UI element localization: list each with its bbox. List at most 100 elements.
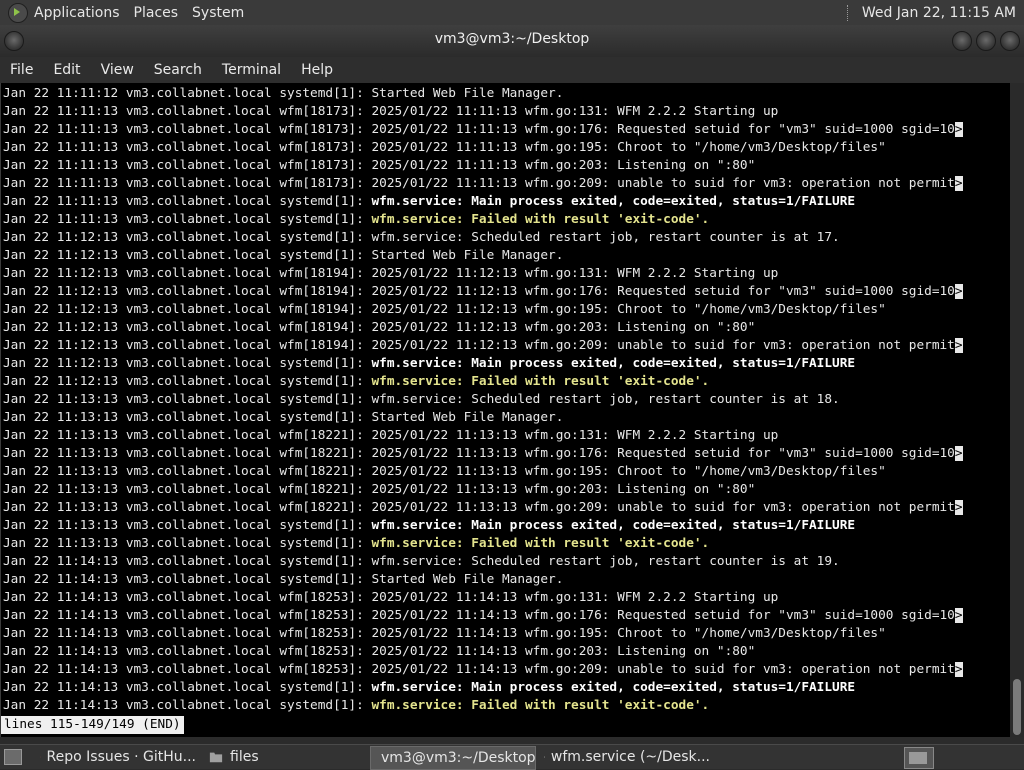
menu-help[interactable]: Help bbox=[291, 62, 343, 78]
workspace-1[interactable] bbox=[909, 752, 927, 764]
log-prefix: Jan 22 11:11:13 vm3.collabnet.local wfm[… bbox=[3, 122, 371, 137]
log-line: Jan 22 11:12:13 vm3.collabnet.local syst… bbox=[3, 247, 963, 265]
show-desktop-icon[interactable] bbox=[4, 749, 22, 765]
truncation-marker: > bbox=[955, 500, 963, 515]
task-label: files bbox=[230, 749, 259, 765]
log-prefix: Jan 22 11:11:12 vm3.collabnet.local syst… bbox=[3, 86, 371, 101]
log-line: Jan 22 11:13:13 vm3.collabnet.local syst… bbox=[3, 517, 963, 535]
log-line: Jan 22 11:14:13 vm3.collabnet.local syst… bbox=[3, 679, 963, 697]
log-line: Jan 22 11:11:13 vm3.collabnet.local wfm[… bbox=[3, 157, 963, 175]
menu-search[interactable]: Search bbox=[144, 62, 212, 78]
os-logo-icon[interactable] bbox=[8, 3, 28, 23]
panel-grip bbox=[847, 5, 850, 21]
terminal-menubar: File Edit View Search Terminal Help bbox=[0, 57, 1024, 83]
window-titlebar[interactable]: vm3@vm3:~/Desktop bbox=[0, 25, 1024, 57]
log-line: Jan 22 11:14:13 vm3.collabnet.local wfm[… bbox=[3, 607, 963, 625]
log-prefix: Jan 22 11:12:13 vm3.collabnet.local syst… bbox=[3, 248, 371, 263]
firefox-icon bbox=[40, 750, 41, 764]
log-message: 2025/01/22 11:12:13 wfm.go:176: Requeste… bbox=[371, 284, 954, 299]
menu-file[interactable]: File bbox=[0, 62, 43, 78]
truncation-marker: > bbox=[955, 284, 963, 299]
clock[interactable]: Wed Jan 22, 11:15 AM bbox=[858, 5, 1020, 21]
truncation-marker: > bbox=[955, 176, 963, 191]
log-prefix: Jan 22 11:13:13 vm3.collabnet.local wfm[… bbox=[3, 428, 371, 443]
log-prefix: Jan 22 11:13:13 vm3.collabnet.local syst… bbox=[3, 518, 371, 533]
places-menu[interactable]: Places bbox=[134, 5, 179, 21]
log-prefix: Jan 22 11:13:13 vm3.collabnet.local wfm[… bbox=[3, 482, 371, 497]
window-title: vm3@vm3:~/Desktop bbox=[0, 31, 1024, 47]
top-panel: Applications Places System Wed Jan 22, 1… bbox=[0, 0, 1024, 25]
log-prefix: Jan 22 11:14:13 vm3.collabnet.local wfm[… bbox=[3, 626, 371, 641]
log-prefix: Jan 22 11:11:13 vm3.collabnet.local wfm[… bbox=[3, 158, 371, 173]
task-terminal[interactable]: vm3@vm3:~/Desktop bbox=[370, 746, 536, 770]
log-line: Jan 22 11:11:13 vm3.collabnet.local wfm[… bbox=[3, 103, 963, 121]
log-message: 2025/01/22 11:11:13 wfm.go:195: Chroot t… bbox=[371, 140, 885, 155]
menu-terminal[interactable]: Terminal bbox=[212, 62, 291, 78]
log-line: Jan 22 11:13:13 vm3.collabnet.local wfm[… bbox=[3, 427, 963, 445]
log-message: 2025/01/22 11:13:13 wfm.go:203: Listenin… bbox=[371, 482, 755, 497]
log-line: Jan 22 11:12:13 vm3.collabnet.local wfm[… bbox=[3, 265, 963, 283]
log-line: Jan 22 11:11:13 vm3.collabnet.local wfm[… bbox=[3, 175, 963, 193]
log-prefix: Jan 22 11:13:13 vm3.collabnet.local syst… bbox=[3, 392, 371, 407]
log-prefix: Jan 22 11:11:13 vm3.collabnet.local wfm[… bbox=[3, 140, 371, 155]
log-message: 2025/01/22 11:12:13 wfm.go:209: unable t… bbox=[371, 338, 954, 353]
log-message: wfm.service: Failed with result 'exit-co… bbox=[371, 698, 709, 713]
log-line: Jan 22 11:13:13 vm3.collabnet.local syst… bbox=[3, 409, 963, 427]
scrollbar-thumb[interactable] bbox=[1013, 679, 1021, 735]
truncation-marker: > bbox=[955, 446, 963, 461]
log-prefix: Jan 22 11:12:13 vm3.collabnet.local wfm[… bbox=[3, 266, 371, 281]
folder-icon bbox=[208, 750, 224, 764]
task-files[interactable]: files bbox=[204, 746, 354, 768]
system-menu[interactable]: System bbox=[192, 5, 244, 21]
pager-status: lines 115-149/149 (END) bbox=[1, 716, 184, 734]
log-message: wfm.service: Main process exited, code=e… bbox=[371, 356, 855, 371]
log-prefix: Jan 22 11:14:13 vm3.collabnet.local wfm[… bbox=[3, 644, 371, 659]
log-line: Jan 22 11:11:13 vm3.collabnet.local wfm[… bbox=[3, 121, 963, 139]
log-prefix: Jan 22 11:13:13 vm3.collabnet.local wfm[… bbox=[3, 446, 371, 461]
minimize-button[interactable] bbox=[952, 31, 972, 51]
applications-menu[interactable]: Applications bbox=[34, 5, 120, 21]
log-line: Jan 22 11:13:13 vm3.collabnet.local wfm[… bbox=[3, 463, 963, 481]
log-line: Jan 22 11:13:13 vm3.collabnet.local wfm[… bbox=[3, 499, 963, 517]
log-line: Jan 22 11:12:13 vm3.collabnet.local wfm[… bbox=[3, 319, 963, 337]
log-message: wfm.service: Failed with result 'exit-co… bbox=[371, 374, 709, 389]
truncation-marker: > bbox=[955, 122, 963, 137]
log-message: 2025/01/22 11:12:13 wfm.go:131: WFM 2.2.… bbox=[371, 266, 778, 281]
log-message: 2025/01/22 11:13:13 wfm.go:176: Requeste… bbox=[371, 446, 954, 461]
log-prefix: Jan 22 11:14:13 vm3.collabnet.local syst… bbox=[3, 554, 371, 569]
log-line: Jan 22 11:11:13 vm3.collabnet.local syst… bbox=[3, 211, 963, 229]
menu-edit[interactable]: Edit bbox=[43, 62, 90, 78]
workspace-switcher[interactable] bbox=[904, 747, 934, 769]
log-line: Jan 22 11:14:13 vm3.collabnet.local syst… bbox=[3, 571, 963, 589]
log-line: Jan 22 11:11:12 vm3.collabnet.local syst… bbox=[3, 85, 963, 103]
log-prefix: Jan 22 11:12:13 vm3.collabnet.local syst… bbox=[3, 230, 371, 245]
log-message: wfm.service: Failed with result 'exit-co… bbox=[371, 212, 709, 227]
close-button[interactable] bbox=[1000, 31, 1020, 51]
log-message: wfm.service: Main process exited, code=e… bbox=[371, 518, 855, 533]
log-prefix: Jan 22 11:14:13 vm3.collabnet.local syst… bbox=[3, 680, 371, 695]
terminal-output[interactable]: Jan 22 11:11:12 vm3.collabnet.local syst… bbox=[0, 83, 1010, 737]
top-panel-right: Wed Jan 22, 11:15 AM bbox=[847, 0, 1020, 25]
log-message: 2025/01/22 11:11:13 wfm.go:209: unable t… bbox=[371, 176, 954, 191]
log-message: 2025/01/22 11:12:13 wfm.go:203: Listenin… bbox=[371, 320, 755, 335]
log-line: Jan 22 11:13:13 vm3.collabnet.local wfm[… bbox=[3, 445, 963, 463]
log-message: 2025/01/22 11:13:13 wfm.go:131: WFM 2.2.… bbox=[371, 428, 778, 443]
log-message: 2025/01/22 11:11:13 wfm.go:203: Listenin… bbox=[371, 158, 755, 173]
log-message: wfm.service: Main process exited, code=e… bbox=[371, 194, 855, 209]
log-line: Jan 22 11:13:13 vm3.collabnet.local syst… bbox=[3, 391, 963, 409]
log-line: Jan 22 11:12:13 vm3.collabnet.local wfm[… bbox=[3, 301, 963, 319]
log-message: wfm.service: Scheduled restart job, rest… bbox=[371, 554, 839, 569]
log-line: Jan 22 11:14:13 vm3.collabnet.local wfm[… bbox=[3, 661, 963, 679]
menu-view[interactable]: View bbox=[91, 62, 144, 78]
log-line: Jan 22 11:14:13 vm3.collabnet.local wfm[… bbox=[3, 589, 963, 607]
log-prefix: Jan 22 11:14:13 vm3.collabnet.local syst… bbox=[3, 698, 371, 713]
log-message: Started Web File Manager. bbox=[371, 410, 563, 425]
terminal-scrollbar[interactable] bbox=[1010, 83, 1024, 737]
log-line: Jan 22 11:12:13 vm3.collabnet.local wfm[… bbox=[3, 283, 963, 301]
task-text-editor[interactable]: wfm.service (~/Desk... bbox=[540, 746, 710, 768]
task-firefox[interactable]: Repo Issues · GitHu... bbox=[36, 746, 196, 768]
log-line: Jan 22 11:13:13 vm3.collabnet.local wfm[… bbox=[3, 481, 963, 499]
maximize-button[interactable] bbox=[976, 31, 996, 51]
top-panel-menus: Applications Places System bbox=[8, 0, 258, 25]
log-message: 2025/01/22 11:13:13 wfm.go:195: Chroot t… bbox=[371, 464, 885, 479]
